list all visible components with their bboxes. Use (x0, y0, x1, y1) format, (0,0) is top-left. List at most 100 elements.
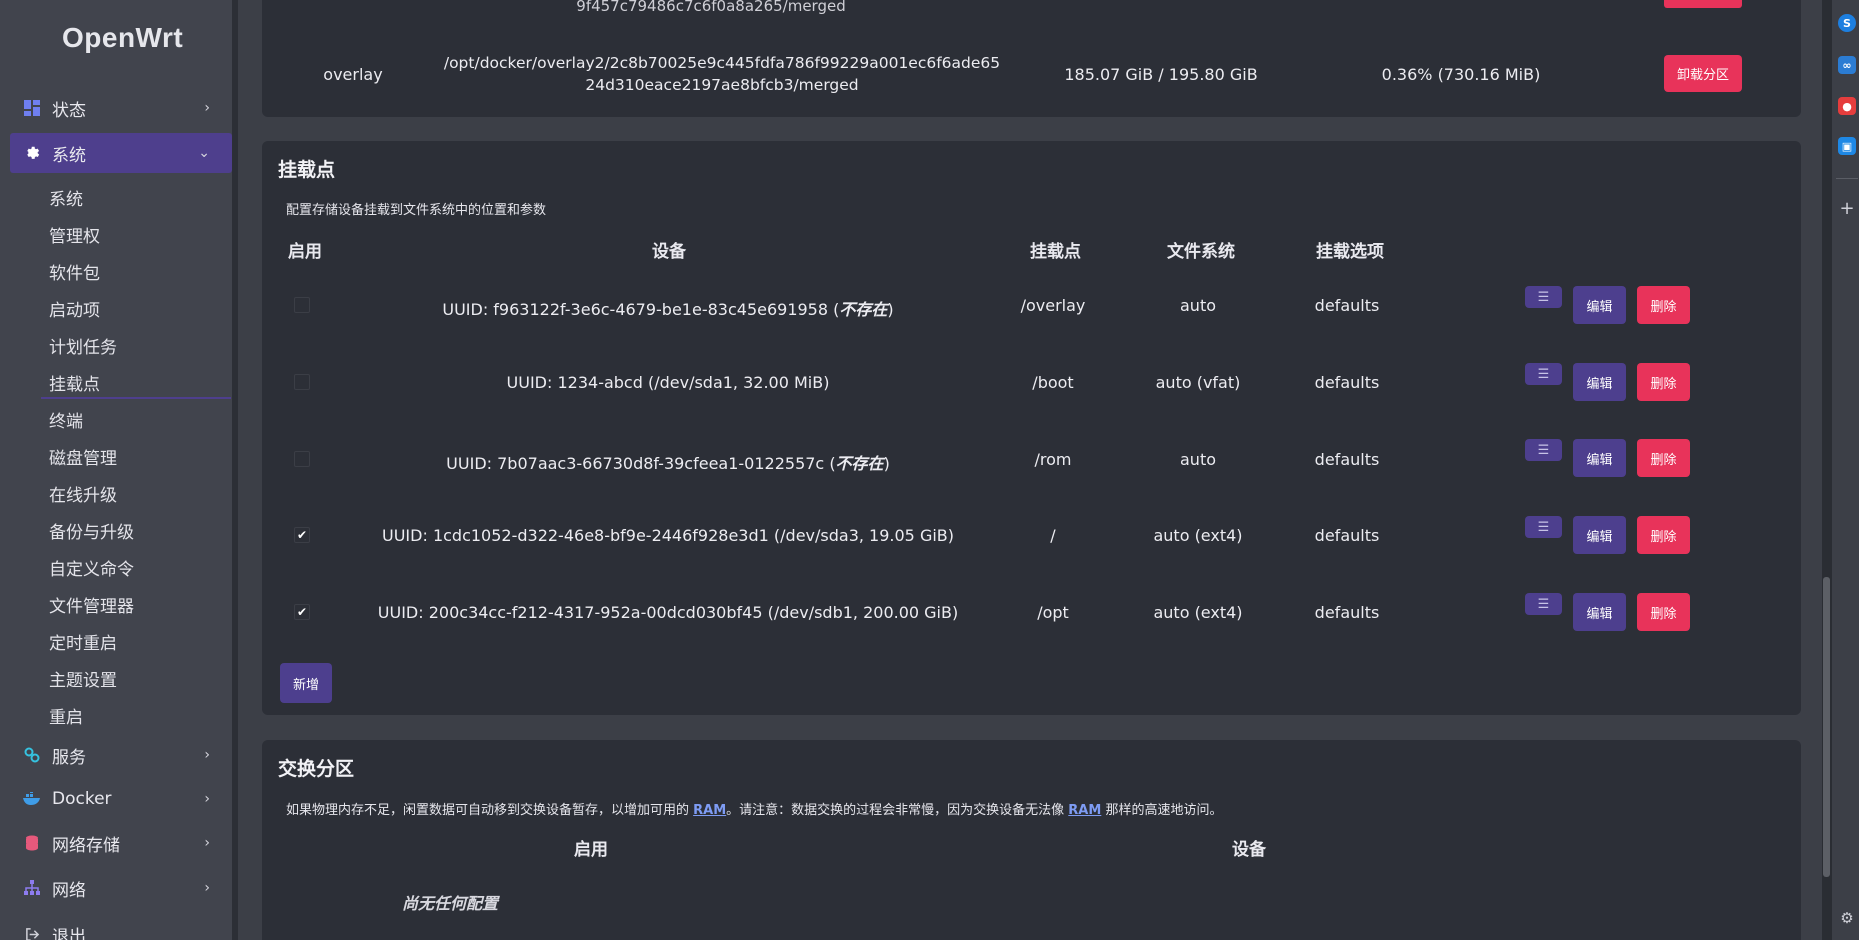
row-menu-button[interactable]: ☰ (1525, 593, 1562, 615)
row-menu-button[interactable]: ☰ (1525, 516, 1562, 538)
nav-services-label: 服务 (52, 747, 86, 768)
swap-header-enabled: 启用 (574, 840, 608, 860)
skype-icon[interactable]: S (1838, 14, 1856, 32)
mount-points-panel: 挂载点 配置存储设备挂载到文件系统中的位置和参数 启用 设备 挂载点 文件系统 … (262, 141, 1801, 715)
delete-button[interactable]: 删除 (1637, 363, 1690, 401)
chevron-right-icon: › (204, 880, 210, 896)
mountpoint-cell: /opt (1037, 603, 1069, 622)
enable-checkbox[interactable]: ✔ (294, 527, 310, 543)
overlay-path-line1: /opt/docker/overlay2/2c8b70025e9c445fdfa… (443, 54, 1001, 72)
mountpoint-cell: /overlay (1020, 296, 1086, 315)
database-icon (22, 833, 42, 853)
filesystem-cell: auto (vfat) (1155, 373, 1241, 392)
filesystem-cell: auto (1179, 296, 1217, 315)
mountpoint-cell: /boot (1032, 373, 1074, 392)
sub-commands[interactable]: 自定义命令 (49, 555, 134, 580)
dashboard-icon (22, 98, 42, 118)
delete-button[interactable]: 删除 (1637, 593, 1690, 631)
sub-disk[interactable]: 磁盘管理 (49, 444, 117, 469)
options-cell: defaults (1314, 296, 1380, 315)
swap-empty-message: 尚无任何配置 (402, 894, 499, 913)
delete-button[interactable]: 删除 (1637, 439, 1690, 477)
sub-system[interactable]: 系统 (49, 185, 83, 210)
sub-filemanager[interactable]: 文件管理器 (49, 592, 134, 617)
sub-mounts[interactable]: 挂载点 (41, 370, 231, 399)
partial-unmount-button[interactable] (1664, 0, 1742, 8)
sub-timed-reboot[interactable]: 定时重启 (49, 629, 117, 654)
header-enabled: 启用 (288, 242, 322, 262)
logo: OpenWrt (62, 22, 184, 53)
sub-admin[interactable]: 管理权 (49, 222, 100, 247)
mountpoint-cell: /rom (1034, 450, 1072, 469)
edit-button[interactable]: 编辑 (1573, 363, 1626, 401)
chevron-right-icon: › (204, 747, 210, 763)
device-cell: UUID: 200c34cc-f212-4317-952a-00dcd030bf… (377, 603, 959, 622)
edit-button[interactable]: 编辑 (1573, 516, 1626, 554)
options-cell: defaults (1314, 450, 1380, 469)
nav-storage-label: 网络存储 (52, 835, 120, 856)
settings-gear-icon[interactable]: ⚙ (1838, 909, 1856, 927)
device-cell: UUID: 7b07aac3-66730d8f-39cfeea1-0122557… (446, 454, 890, 473)
sub-packages[interactable]: 软件包 (49, 259, 100, 284)
row-menu-button[interactable]: ☰ (1525, 439, 1562, 461)
device-cell: UUID: 1234-abcd (/dev/sda1, 32.00 MiB) (506, 373, 830, 392)
sub-crontab[interactable]: 计划任务 (49, 333, 117, 358)
gear-icon (22, 143, 42, 163)
filesystem-cell: auto (ext4) (1153, 603, 1243, 622)
header-device: 设备 (652, 242, 686, 262)
edit-button[interactable]: 编辑 (1573, 593, 1626, 631)
sub-terminal[interactable]: 终端 (49, 407, 83, 432)
sub-theme[interactable]: 主题设置 (49, 666, 117, 691)
logout-icon (22, 924, 42, 940)
nav-storage[interactable]: 网络存储 › (10, 823, 232, 863)
chevron-down-icon: ⌄ (198, 145, 210, 161)
add-mount-button[interactable]: 新增 (280, 663, 332, 703)
header-filesystem: 文件系统 (1167, 242, 1235, 262)
sub-backup[interactable]: 备份与升级 (49, 518, 134, 543)
swap-panel: 交换分区 如果物理内存不足，闲置数据可自动移到交换设备暂存，以增加可用的 RAM… (262, 740, 1801, 940)
copilot-icon[interactable]: ∞ (1838, 56, 1856, 74)
swap-desc: 如果物理内存不足，闲置数据可自动移到交换设备暂存，以增加可用的 RAM。请注意：… (286, 803, 1223, 818)
ram-link[interactable]: RAM (1068, 803, 1101, 818)
ram-link[interactable]: RAM (693, 803, 726, 818)
enable-checkbox[interactable]: ✔ (294, 604, 310, 620)
device-cell: UUID: 1cdc1052-d322-46e8-bf9e-2446f928e3… (382, 526, 954, 545)
partial-path: 9f457c79486c7c6f0a8a265/merged (576, 0, 846, 15)
enable-checkbox[interactable] (294, 297, 310, 313)
enable-checkbox[interactable] (294, 374, 310, 390)
sub-reboot[interactable]: 重启 (49, 703, 83, 728)
options-cell: defaults (1314, 373, 1380, 392)
nav-system[interactable]: 系统 ⌄ (10, 133, 232, 173)
nav-docker[interactable]: Docker › (10, 779, 232, 819)
add-icon[interactable]: + (1838, 198, 1856, 219)
edit-button[interactable]: 编辑 (1573, 439, 1626, 477)
page-scrollbar-thumb[interactable] (1823, 577, 1830, 877)
row-menu-button[interactable]: ☰ (1525, 286, 1562, 308)
row-menu-button[interactable]: ☰ (1525, 363, 1562, 385)
sub-upgrade[interactable]: 在线升级 (49, 481, 117, 506)
delete-button[interactable]: 删除 (1637, 286, 1690, 324)
nav-services[interactable]: 服务 › (10, 735, 232, 775)
unmount-button[interactable]: 卸载分区 (1664, 55, 1742, 92)
nav-logout[interactable]: 退出 (10, 914, 232, 940)
edit-button[interactable]: 编辑 (1573, 286, 1626, 324)
delete-button[interactable]: 删除 (1637, 516, 1690, 554)
nav-status-label: 状态 (52, 100, 86, 121)
nav-status[interactable]: 状态 › (10, 88, 232, 128)
divider (1836, 178, 1858, 179)
mountpoint-cell: / (1050, 526, 1056, 545)
device-cell: UUID: f963122f-3e6c-4679-be1e-83c45e6919… (442, 300, 894, 319)
header-options: 挂载选项 (1316, 242, 1384, 262)
overlay-size: 185.07 GiB / 195.80 GiB (1064, 65, 1258, 84)
nav-network[interactable]: 网络 › (10, 868, 232, 908)
chevron-right-icon: › (204, 100, 210, 116)
options-cell: defaults (1314, 603, 1380, 622)
app-icon[interactable]: ● (1838, 97, 1856, 115)
sub-startup[interactable]: 启动项 (49, 296, 100, 321)
swap-header-device: 设备 (1232, 840, 1266, 860)
nav-system-label: 系统 (52, 145, 86, 166)
enable-checkbox[interactable] (294, 451, 310, 467)
options-cell: defaults (1314, 526, 1380, 545)
bilibili-icon[interactable]: ▣ (1838, 137, 1856, 155)
header-mountpoint: 挂载点 (1030, 242, 1081, 262)
